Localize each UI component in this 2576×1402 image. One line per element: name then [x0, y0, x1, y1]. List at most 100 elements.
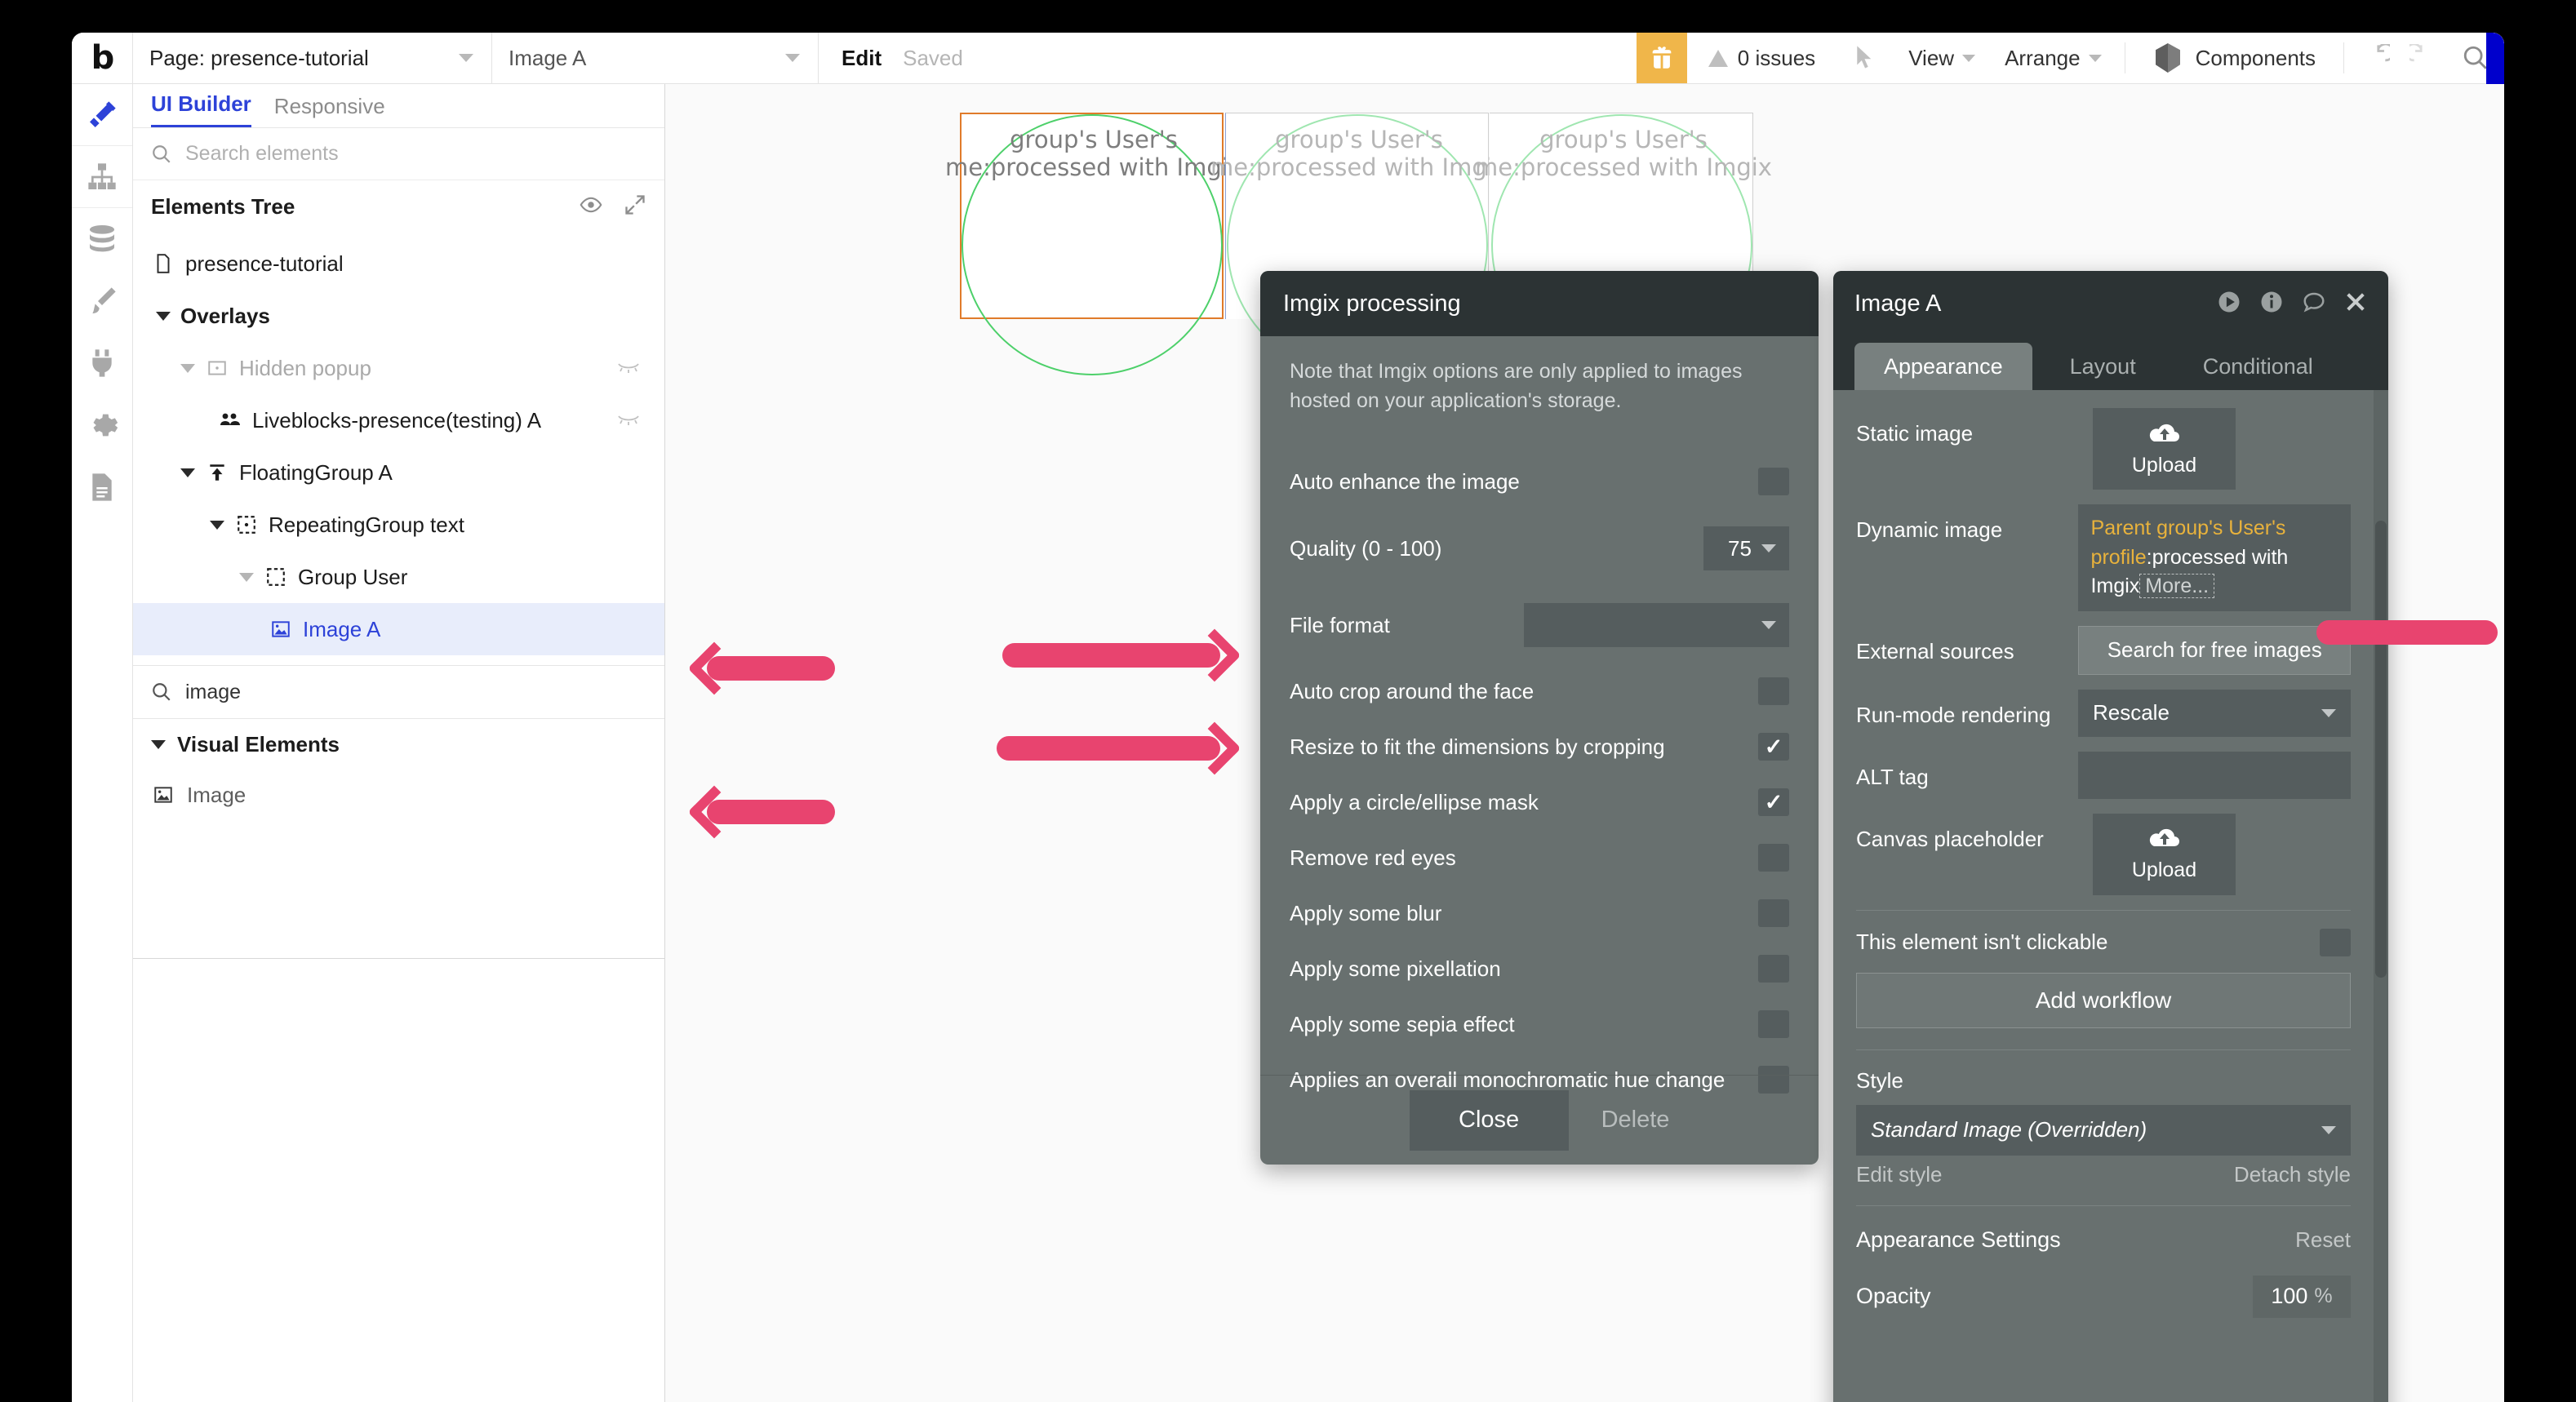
floatinggroup-icon: [205, 460, 229, 485]
tree-item-image-a[interactable]: Image A: [133, 603, 664, 655]
tree-item-repeatinggroup[interactable]: RepeatingGroup text: [133, 499, 664, 551]
dynamic-image-expression[interactable]: Parent group's User's profile:processed …: [2077, 504, 2351, 611]
hidden-eye-icon[interactable]: [617, 357, 640, 379]
imgix-option-auto-crop-face[interactable]: Auto crop around the face: [1290, 663, 1789, 719]
gift-button[interactable]: [1636, 33, 1687, 83]
tab-layout[interactable]: Layout: [2041, 343, 2165, 390]
checkbox-sepia[interactable]: [1758, 1010, 1789, 1038]
checkbox-circle-mask[interactable]: ✓: [1758, 788, 1789, 816]
tree-item-page[interactable]: presence-tutorial: [133, 237, 664, 290]
close-icon[interactable]: [2344, 291, 2367, 317]
imgix-option-file-format[interactable]: File format: [1290, 587, 1789, 663]
canvas-placeholder-upload-button[interactable]: Upload: [2093, 813, 2236, 895]
components-label: Components: [2195, 45, 2316, 70]
rail-item-styles[interactable]: [72, 270, 132, 332]
file-format-select[interactable]: [1524, 603, 1789, 647]
opacity-input[interactable]: 100 %: [2253, 1275, 2351, 1318]
alt-tag-input[interactable]: [2078, 751, 2351, 799]
edit-mode-label[interactable]: Edit: [842, 46, 882, 71]
rail-item-logs[interactable]: [72, 456, 132, 518]
info-icon[interactable]: [2259, 290, 2284, 318]
checkbox-auto-crop-face[interactable]: [1758, 677, 1789, 705]
palette-item-label: Image: [187, 782, 246, 807]
redo-button[interactable]: [2400, 33, 2447, 83]
imgix-option-blur[interactable]: Apply some blur: [1290, 885, 1789, 941]
search-free-images-button[interactable]: Search for free images: [2078, 625, 2351, 675]
tree-item-label: FloatingGroup A: [239, 459, 393, 485]
quality-select[interactable]: 75: [1703, 526, 1789, 570]
option-label: Apply some sepia effect: [1290, 1011, 1515, 1036]
imgix-option-auto-enhance[interactable]: Auto enhance the image: [1290, 453, 1789, 510]
checkbox-blur[interactable]: [1758, 899, 1789, 927]
dynamic-expression-more[interactable]: More...: [2139, 574, 2215, 598]
undo-button[interactable]: [2352, 33, 2400, 83]
imgix-option-circle-mask[interactable]: Apply a circle/ellipse mask ✓: [1290, 774, 1789, 830]
imgix-option-quality[interactable]: Quality (0 - 100) 75: [1290, 510, 1789, 587]
visibility-toggle-button[interactable]: [580, 193, 602, 220]
run-mode-select[interactable]: Rescale: [2077, 689, 2351, 737]
checkbox-pixellation[interactable]: [1758, 955, 1789, 983]
checkbox-resize-crop[interactable]: ✓: [1758, 733, 1789, 761]
row-dynamic-image: Dynamic image Parent group's User's prof…: [1856, 504, 2351, 611]
static-image-upload-button[interactable]: Upload: [2093, 408, 2236, 490]
rail-item-design[interactable]: [72, 84, 132, 146]
tab-conditional[interactable]: Conditional: [2174, 343, 2343, 390]
annotation-arrow-left-2: [687, 785, 835, 839]
close-button[interactable]: Close: [1409, 1089, 1569, 1151]
checkbox-not-clickable[interactable]: [2320, 928, 2351, 956]
imgix-option-sepia[interactable]: Apply some sepia effect: [1290, 996, 1789, 1052]
opacity-unit: %: [2314, 1284, 2333, 1307]
edit-style-link[interactable]: Edit style: [1856, 1162, 1943, 1187]
palette-item-image[interactable]: Image: [133, 770, 664, 820]
rail-item-data[interactable]: [72, 208, 132, 270]
rail-item-plugins[interactable]: [72, 332, 132, 394]
delete-button[interactable]: Delete: [1601, 1107, 1670, 1134]
property-panel-scrollbar[interactable]: [2374, 390, 2388, 1402]
detach-style-link[interactable]: Detach style: [2234, 1162, 2351, 1187]
comment-icon[interactable]: [2302, 290, 2326, 318]
preview-icon[interactable]: [2217, 290, 2241, 318]
scrollbar-thumb[interactable]: [2375, 521, 2387, 978]
popup-icon: [205, 356, 229, 380]
search-icon: [153, 144, 171, 163]
palette-search[interactable]: image: [133, 665, 664, 719]
warning-icon: [1708, 49, 1728, 67]
hidden-eye-icon[interactable]: [617, 410, 640, 431]
tab-responsive[interactable]: Responsive: [274, 94, 385, 127]
element-selector-label: Image A: [509, 45, 587, 70]
imgix-option-pixellation[interactable]: Apply some pixellation: [1290, 941, 1789, 996]
cloud-upload-icon: [2149, 828, 2179, 846]
element-selector[interactable]: Image A: [492, 33, 819, 83]
style-select[interactable]: Standard Image (Overridden): [1856, 1104, 2351, 1156]
option-label: Quality (0 - 100): [1290, 535, 1442, 561]
tree-item-group-user[interactable]: Group User: [133, 551, 664, 603]
pointer-tool-button[interactable]: [1837, 33, 1894, 83]
tree-item-overlays[interactable]: Overlays: [133, 290, 664, 342]
expand-tree-button[interactable]: [624, 193, 646, 220]
add-workflow-button[interactable]: Add workflow: [1856, 972, 2351, 1028]
components-button[interactable]: Components: [2134, 33, 2335, 83]
left-icon-rail: [72, 84, 133, 1402]
page-selector[interactable]: Page: presence-tutorial: [133, 33, 492, 83]
tree-item-floatinggroup[interactable]: FloatingGroup A: [133, 446, 664, 499]
tab-ui-builder[interactable]: UI Builder: [151, 91, 251, 127]
panel-divider-3: [1856, 1205, 2351, 1206]
bubble-editor-window: b Page: presence-tutorial Image A Edit S…: [72, 33, 2504, 1402]
tree-item-liveblocks[interactable]: Liveblocks-presence(testing) A: [133, 394, 664, 446]
imgix-option-red-eyes[interactable]: Remove red eyes: [1290, 830, 1789, 885]
palette-group-header[interactable]: Visual Elements: [133, 719, 664, 770]
reset-link[interactable]: Reset: [2295, 1227, 2351, 1253]
arrange-menu[interactable]: Arrange: [1990, 33, 2116, 83]
bubble-logo[interactable]: b: [72, 33, 133, 83]
checkbox-auto-enhance[interactable]: [1758, 468, 1789, 495]
issues-indicator[interactable]: 0 issues: [1687, 33, 1837, 83]
checkbox-red-eyes[interactable]: [1758, 844, 1789, 872]
rail-item-settings[interactable]: [72, 394, 132, 456]
rail-item-workflow[interactable]: [72, 146, 132, 208]
tab-appearance[interactable]: Appearance: [1854, 343, 2032, 390]
view-menu[interactable]: View: [1894, 33, 1990, 83]
elements-search[interactable]: Search elements: [133, 128, 664, 180]
chevron-down-icon: [180, 468, 195, 477]
imgix-option-resize-crop[interactable]: Resize to fit the dimensions by cropping…: [1290, 719, 1789, 774]
tree-item-hidden-popup[interactable]: Hidden popup: [133, 342, 664, 394]
